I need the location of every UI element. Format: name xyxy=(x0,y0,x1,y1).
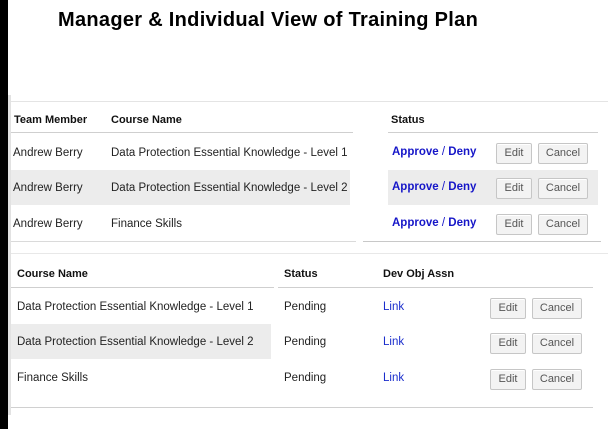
approve-link[interactable]: Approve xyxy=(392,146,439,158)
left-edge-strip xyxy=(8,95,11,415)
action-separator: / xyxy=(439,146,449,158)
edit-button[interactable]: Edit xyxy=(496,178,532,199)
edit-button[interactable]: Edit xyxy=(490,369,526,390)
approve-link[interactable]: Approve xyxy=(392,181,439,193)
header-underline-left xyxy=(8,132,353,133)
header-dev-obj-assn: Dev Obj Assn xyxy=(383,268,455,280)
course-name-cell: Data Protection Essential Knowledge - Le… xyxy=(111,147,348,159)
table-bottom-left xyxy=(8,241,356,242)
header-status: Status xyxy=(391,114,425,126)
edit-button[interactable]: Edit xyxy=(490,298,526,319)
table-bottom xyxy=(11,407,593,408)
separator-text: / xyxy=(441,181,446,193)
approve-link[interactable]: Approve xyxy=(392,217,439,229)
course-name-cell: Data Protection Essential Knowledge - Le… xyxy=(17,336,254,348)
course-name-cell: Data Protection Essential Knowledge - Le… xyxy=(111,182,348,194)
edit-button[interactable]: Edit xyxy=(496,214,532,235)
header-underline-right xyxy=(388,132,598,133)
cancel-button[interactable]: Cancel xyxy=(538,143,588,164)
dev-obj-link[interactable]: Link xyxy=(383,371,404,385)
header-underline-left xyxy=(11,287,274,288)
status-cell: Pending xyxy=(284,301,327,313)
approve-deny: Approve / Deny xyxy=(392,180,476,194)
status-cell: Pending xyxy=(284,336,327,348)
team-member-cell: Andrew Berry xyxy=(13,147,83,159)
edit-button[interactable]: Edit xyxy=(496,143,532,164)
edit-button[interactable]: Edit xyxy=(490,333,526,354)
action-separator: / xyxy=(439,181,449,193)
approve-deny: Approve / Deny xyxy=(392,216,476,230)
separator-text: / xyxy=(441,146,446,158)
dev-obj-link[interactable]: Link xyxy=(383,335,404,349)
course-name-cell: Finance Skills xyxy=(17,372,88,384)
action-separator: / xyxy=(439,217,449,229)
header-course-name: Course Name xyxy=(111,114,182,126)
top-divider xyxy=(8,101,608,102)
table-bottom-faint xyxy=(8,253,608,254)
header-course-name: Course Name xyxy=(17,268,88,280)
course-name-cell: Data Protection Essential Knowledge - Le… xyxy=(17,301,254,313)
deny-link[interactable]: Deny xyxy=(448,217,476,229)
team-member-cell: Andrew Berry xyxy=(13,182,83,194)
course-name-cell: Finance Skills xyxy=(111,218,182,230)
team-member-cell: Andrew Berry xyxy=(13,218,83,230)
cancel-button[interactable]: Cancel xyxy=(538,178,588,199)
header-team-member: Team Member xyxy=(14,114,88,126)
cancel-button[interactable]: Cancel xyxy=(532,298,582,319)
cancel-button[interactable]: Cancel xyxy=(532,369,582,390)
deny-link[interactable]: Deny xyxy=(448,181,476,193)
page-title: Manager & Individual View of Training Pl… xyxy=(58,9,479,31)
training-plan-canvas: Manager & Individual View of Training Pl… xyxy=(8,0,615,429)
cancel-button[interactable]: Cancel xyxy=(532,333,582,354)
cancel-button[interactable]: Cancel xyxy=(538,214,588,235)
deny-link[interactable]: Deny xyxy=(448,146,476,158)
dev-obj-link[interactable]: Link xyxy=(383,300,404,314)
header-underline-right xyxy=(278,287,593,288)
status-cell: Pending xyxy=(284,372,327,384)
header-status: Status xyxy=(284,268,318,280)
approve-deny: Approve / Deny xyxy=(392,145,476,159)
table-bottom-right xyxy=(363,241,601,242)
separator-text: / xyxy=(441,217,446,229)
